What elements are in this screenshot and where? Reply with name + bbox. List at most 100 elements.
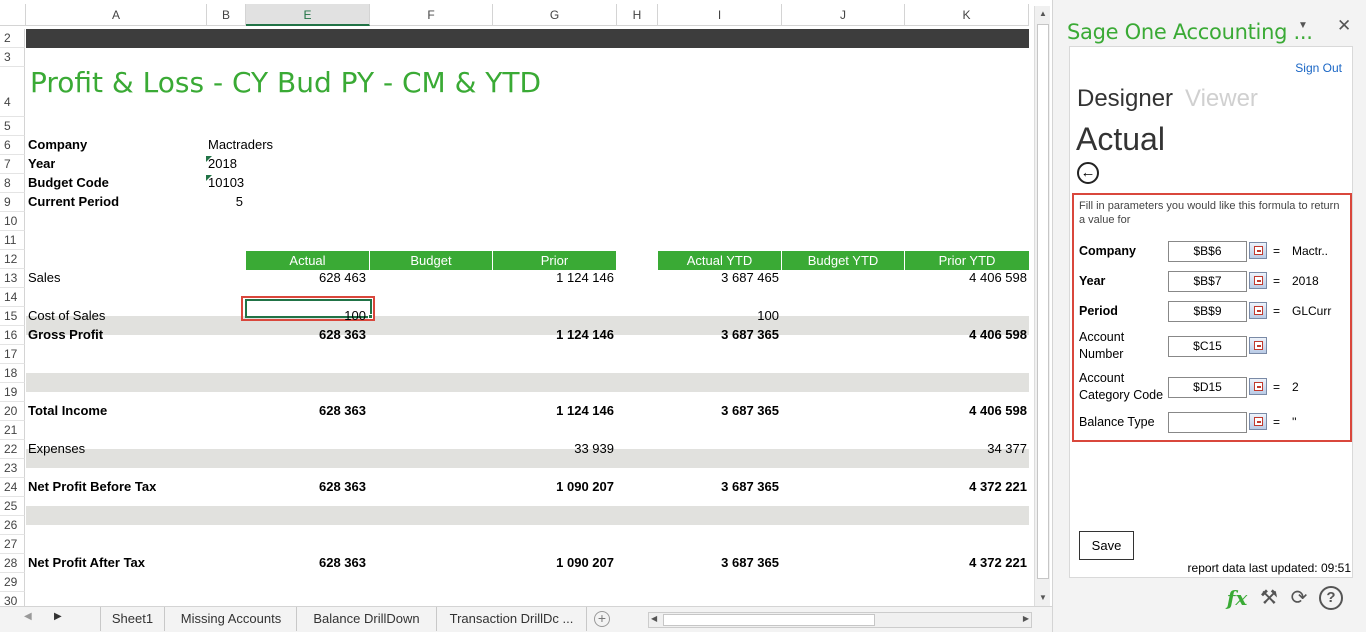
param-ref-input[interactable]: $D15	[1168, 377, 1247, 398]
row-header-12[interactable]: 12	[0, 250, 25, 269]
scroll-down-icon[interactable]: ▼	[1035, 590, 1051, 606]
row-header-13[interactable]: 13	[0, 269, 25, 288]
column-header-i[interactable]: I	[658, 4, 782, 26]
row-header-23[interactable]: 23	[0, 459, 25, 478]
sheet-tab[interactable]: Balance DrillDown	[297, 607, 437, 631]
line-value: 1 090 207	[556, 479, 614, 494]
line-label: Cost of Sales	[28, 308, 106, 323]
row-header-15[interactable]: 15	[0, 307, 25, 326]
row-header-29[interactable]: 29	[0, 573, 25, 592]
line-value: 628 463	[319, 270, 366, 285]
row-header-3[interactable]: 3	[0, 48, 25, 67]
row-header-11[interactable]: 11	[0, 231, 25, 250]
param-ref-input[interactable]: $B$7	[1168, 271, 1247, 292]
sheet-tab[interactable]: Transaction DrillDc ...	[437, 607, 587, 631]
equals-sign: =	[1273, 304, 1281, 318]
vertical-scrollbar[interactable]: ▲ ▼	[1034, 6, 1050, 606]
spreadsheet[interactable]: ABEFGHIJK 2 3 4 5 6 7 8 9 10 11 12 13 14 15 16 17 18 19 20…	[0, 0, 1052, 632]
cell-picker-icon[interactable]	[1249, 242, 1267, 259]
refresh-icon[interactable]: ⟳	[1287, 586, 1311, 610]
active-cell-value[interactable]: 100	[246, 308, 366, 323]
param-value: GLCurr	[1292, 304, 1332, 318]
comment-indicator-icon	[206, 175, 212, 181]
pane-content: Sign Out Designer Viewer Actual ← Fill i…	[1069, 46, 1353, 578]
scroll-up-icon[interactable]: ▲	[1035, 6, 1051, 22]
save-button[interactable]: Save	[1079, 531, 1134, 560]
row-header-8[interactable]: 8	[0, 174, 25, 193]
row-header-14[interactable]: 14	[0, 288, 25, 307]
row-header-7[interactable]: 7	[0, 155, 25, 174]
function-fx-icon[interactable]: fx	[1225, 586, 1249, 610]
cell-picker-icon[interactable]	[1249, 302, 1267, 319]
param-value: Mactr..	[1292, 244, 1329, 258]
task-pane: Sage One Accounting ... ▼ ✕ Sign Out Des…	[1052, 0, 1366, 632]
select-all-corner[interactable]	[0, 4, 26, 26]
column-header-h[interactable]: H	[617, 4, 658, 26]
sheet-tab[interactable]: Missing Accounts	[166, 607, 297, 631]
comment-indicator-icon	[206, 156, 212, 162]
row-header-2[interactable]: 2	[0, 29, 25, 48]
line-value: 628 363	[319, 555, 366, 570]
column-header-e[interactable]: E	[246, 4, 370, 26]
help-icon[interactable]: ?	[1319, 586, 1343, 610]
tab-viewer[interactable]: Viewer	[1185, 85, 1258, 113]
scroll-left-icon[interactable]: ◀	[651, 614, 657, 623]
cell-picker-icon[interactable]	[1249, 413, 1267, 430]
header-banner	[26, 29, 1029, 48]
hscroll-thumb[interactable]	[663, 614, 875, 626]
row-header-22[interactable]: 22	[0, 440, 25, 459]
row-header-21[interactable]: 21	[0, 421, 25, 440]
column-header-j[interactable]: J	[782, 4, 905, 26]
column-header-b[interactable]: B	[207, 4, 246, 26]
row-header-9[interactable]: 9	[0, 193, 25, 212]
back-arrow-icon[interactable]: ←	[1077, 162, 1099, 184]
cell-picker-icon[interactable]	[1249, 272, 1267, 289]
equals-sign: =	[1273, 415, 1281, 429]
param-ref-input[interactable]: $C15	[1168, 336, 1247, 357]
column-heading: Actual	[246, 251, 369, 270]
scroll-right-icon[interactable]: ▶	[1023, 614, 1029, 623]
row-header-20[interactable]: 20	[0, 402, 25, 421]
pane-menu-chevron-icon[interactable]: ▼	[1298, 20, 1308, 31]
row-header-24[interactable]: 24	[0, 478, 25, 497]
row-header-6[interactable]: 6	[0, 136, 25, 155]
param-ref-input[interactable]: $B$9	[1168, 301, 1247, 322]
row-header-10[interactable]: 10	[0, 212, 25, 231]
tools-icon[interactable]: ⚒	[1257, 586, 1281, 610]
sheet-tab[interactable]: Sheet1	[101, 607, 165, 631]
row-header-16[interactable]: 16	[0, 326, 25, 345]
cell-picker-icon[interactable]	[1249, 337, 1267, 354]
param-ref-input[interactable]: $B$6	[1168, 241, 1247, 262]
row-header-25[interactable]: 25	[0, 497, 25, 516]
row-header-19[interactable]: 19	[0, 383, 25, 402]
add-sheet-icon[interactable]: +	[594, 611, 610, 627]
cell-picker-icon[interactable]	[1249, 378, 1267, 395]
tab-designer[interactable]: Designer	[1077, 85, 1173, 113]
row-header-26[interactable]: 26	[0, 516, 25, 535]
column-header-a[interactable]: A	[26, 4, 207, 26]
row-header-28[interactable]: 28	[0, 554, 25, 573]
line-label: Sales	[28, 270, 61, 285]
sign-out-link[interactable]: Sign Out	[1295, 61, 1342, 75]
close-icon[interactable]: ✕	[1337, 16, 1351, 36]
param-ref-input[interactable]	[1168, 412, 1247, 433]
horizontal-scrollbar[interactable]: ◀ ▶	[648, 612, 1032, 628]
row-header-27[interactable]: 27	[0, 535, 25, 554]
line-value: 628 363	[319, 403, 366, 418]
info-value: 5	[235, 194, 243, 209]
row-header-4[interactable]: 4	[0, 67, 25, 117]
column-header-k[interactable]: K	[905, 4, 1029, 26]
row-header-18[interactable]: 18	[0, 364, 25, 383]
scroll-thumb[interactable]	[1037, 24, 1049, 579]
line-value: 4 406 598	[969, 403, 1027, 418]
row-header-5[interactable]: 5	[0, 117, 25, 136]
column-header-f[interactable]: F	[370, 4, 493, 26]
tab-next-icon[interactable]: ▶	[54, 611, 62, 622]
column-header-g[interactable]: G	[493, 4, 617, 26]
tab-prev-icon[interactable]: ◀	[24, 611, 32, 622]
equals-sign: =	[1273, 244, 1281, 258]
row-header-17[interactable]: 17	[0, 345, 25, 364]
fill-handle[interactable]	[368, 314, 373, 319]
column-heading: Prior	[493, 251, 616, 270]
line-value: 3 687 465	[721, 270, 779, 285]
